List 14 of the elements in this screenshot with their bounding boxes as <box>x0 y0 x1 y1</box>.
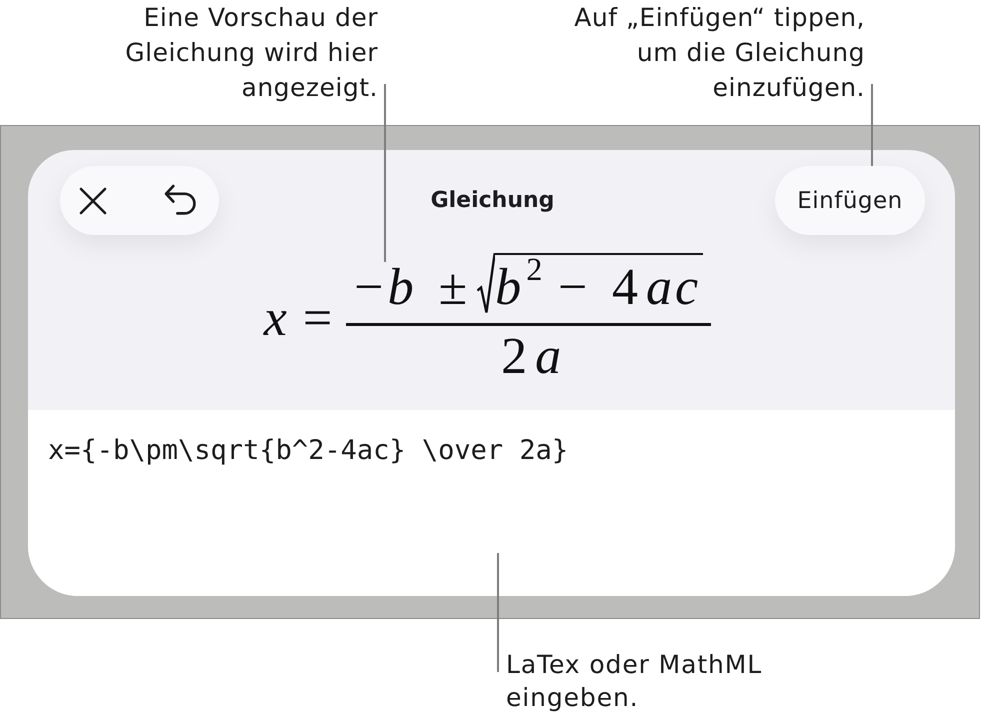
undo-icon <box>164 184 197 217</box>
close-icon <box>79 186 107 214</box>
close-button[interactable] <box>79 186 107 214</box>
denominator-text: 2 a <box>500 330 564 384</box>
undo-button[interactable] <box>164 184 197 217</box>
math-variable: x <box>264 292 287 345</box>
insert-button[interactable]: Einfügen <box>775 166 925 235</box>
numerator-text: −b ± <box>354 261 468 316</box>
dialog-title: Gleichung <box>430 188 554 213</box>
callout-text: Auf „Einfügen“ tippen, um die Gleichung einzufügen. <box>574 2 865 104</box>
callout-text: Eine Vorschau der Gleichung wird hier angezeigt. <box>125 2 378 104</box>
callout-text: LaTex oder MathML eingeben. <box>506 649 762 714</box>
latex-input-field[interactable]: x={-b\pm\sqrt{b^2-4ac} \over 2a} <box>28 410 955 596</box>
equals-sign: = <box>302 292 332 345</box>
